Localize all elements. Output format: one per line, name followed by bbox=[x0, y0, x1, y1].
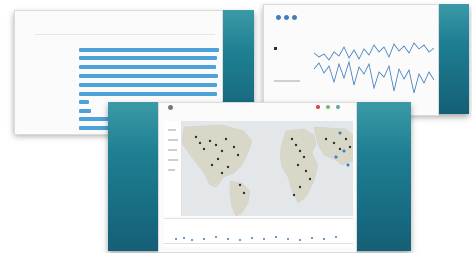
continent-europe-africa bbox=[279, 128, 319, 204]
bottom-window-icon[interactable] bbox=[316, 105, 320, 109]
bar bbox=[79, 83, 217, 87]
sidebar-item[interactable] bbox=[168, 129, 176, 131]
world-map[interactable] bbox=[164, 121, 353, 216]
bar bbox=[79, 48, 219, 52]
right-legend-chip bbox=[274, 47, 277, 50]
sidebar-item[interactable] bbox=[168, 169, 175, 171]
sidebar-item[interactable] bbox=[168, 149, 177, 151]
bar bbox=[79, 65, 216, 69]
bottom-window-icon[interactable] bbox=[326, 105, 330, 109]
bar bbox=[79, 109, 91, 113]
bar bbox=[79, 117, 109, 121]
right-toolbar-icon[interactable] bbox=[284, 15, 289, 20]
right-toolbar-icon[interactable] bbox=[276, 15, 281, 20]
bar bbox=[79, 56, 217, 60]
bottom-window-icon[interactable] bbox=[336, 105, 340, 109]
continent-asia bbox=[313, 126, 353, 166]
sidebar-item[interactable] bbox=[168, 139, 178, 141]
left-window-divider bbox=[35, 34, 215, 35]
bar bbox=[79, 92, 217, 96]
right-toolbar-icon[interactable] bbox=[292, 15, 297, 20]
bottom-footer bbox=[164, 218, 353, 247]
right-window-screen bbox=[263, 4, 439, 116]
bar bbox=[79, 74, 218, 78]
bar bbox=[79, 100, 89, 104]
map-sidebar bbox=[164, 121, 182, 216]
footer-mini-chart bbox=[175, 236, 337, 241]
right-chart-baseline bbox=[274, 80, 300, 82]
sidebar-item[interactable] bbox=[168, 159, 178, 161]
right-window-frame bbox=[263, 4, 469, 116]
right-line-chart bbox=[314, 42, 434, 94]
continent-south-america bbox=[229, 180, 251, 216]
bottom-window-icon[interactable] bbox=[168, 105, 173, 110]
continent-north-america bbox=[181, 124, 253, 188]
footer-axis bbox=[164, 243, 353, 244]
screenshot-collage bbox=[0, 0, 472, 253]
